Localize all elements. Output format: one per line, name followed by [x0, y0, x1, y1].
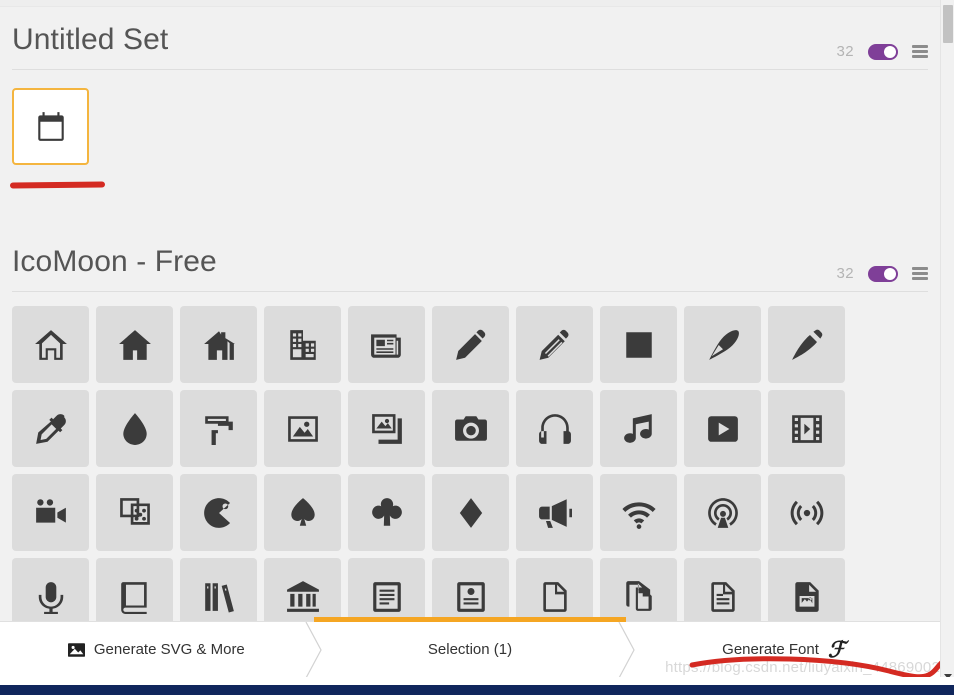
- icon-cell-bullhorn[interactable]: [516, 474, 600, 558]
- icon-cell-calendar[interactable]: [12, 88, 96, 172]
- feed-icon[interactable]: [768, 474, 845, 551]
- set-title: Untitled Set: [12, 23, 169, 56]
- icon-cell-office[interactable]: [264, 306, 348, 390]
- spades-icon[interactable]: [264, 474, 341, 551]
- icon-cell-paint-format[interactable]: [180, 390, 264, 474]
- icon-cell-diamonds[interactable]: [432, 474, 516, 558]
- quill-icon[interactable]: [600, 306, 677, 383]
- dice-icon[interactable]: [96, 474, 173, 551]
- icon-cell-feed[interactable]: [768, 474, 852, 558]
- set-title: IcoMoon - Free: [12, 245, 217, 278]
- pencil-icon[interactable]: [432, 306, 509, 383]
- scrollbar-thumb[interactable]: [943, 5, 953, 43]
- annotation-underline: [9, 181, 106, 189]
- calendar-icon[interactable]: [12, 88, 89, 165]
- icon-cell-spades[interactable]: [264, 474, 348, 558]
- play-icon[interactable]: [684, 390, 761, 467]
- hamburger-icon[interactable]: [912, 45, 928, 58]
- bullhorn-icon[interactable]: [516, 474, 593, 551]
- blog-icon[interactable]: [768, 306, 845, 383]
- icon-cell-pen[interactable]: [684, 306, 768, 390]
- icon-grid-untitled: [12, 70, 928, 198]
- icon-cell-quill[interactable]: [600, 306, 684, 390]
- icon-cell-image[interactable]: [264, 390, 348, 474]
- headphones-icon[interactable]: [516, 390, 593, 467]
- icon-cell-images[interactable]: [348, 390, 432, 474]
- icon-cell-music[interactable]: [600, 390, 684, 474]
- icon-cell-camera[interactable]: [432, 390, 516, 474]
- icon-cell-film[interactable]: [768, 390, 852, 474]
- generate-font-label: Generate Font: [722, 641, 819, 658]
- set-header-icomoon-free: IcoMoon - Free 32: [12, 230, 928, 292]
- hamburger-icon[interactable]: [912, 267, 928, 280]
- grid-size-label: 32: [836, 265, 854, 282]
- set-untitled: Untitled Set 32: [0, 8, 940, 198]
- icon-cell-eyedropper[interactable]: [12, 390, 96, 474]
- diamonds-icon[interactable]: [432, 474, 509, 551]
- set-visibility-toggle[interactable]: [868, 43, 898, 60]
- icon-cell-home2[interactable]: [96, 306, 180, 390]
- icon-cell-blog[interactable]: [768, 306, 852, 390]
- icon-cell-newspaper[interactable]: [348, 306, 432, 390]
- icon-cell-video-camera[interactable]: [12, 474, 96, 558]
- set-visibility-toggle[interactable]: [868, 265, 898, 282]
- sets-viewport[interactable]: Untitled Set 32 IcoMoon - Free 32: [0, 8, 940, 695]
- vertical-scrollbar[interactable]: [940, 0, 954, 695]
- icon-grid-icomoon-free: [12, 292, 928, 642]
- icomoon-app: Untitled Set 32 IcoMoon - Free 32 Genera…: [0, 0, 954, 695]
- toggle-knob: [884, 267, 896, 280]
- icon-cell-pencil[interactable]: [432, 306, 516, 390]
- generate-svg-button[interactable]: Generate SVG & More: [0, 622, 313, 677]
- icon-cell-home3[interactable]: [180, 306, 264, 390]
- selection-tab[interactable]: Selection (1): [313, 617, 627, 677]
- watermark-text: https://blog.csdn.net/liuyaixin_44869002: [665, 659, 940, 676]
- icon-cell-podcast[interactable]: [684, 474, 768, 558]
- podcast-icon[interactable]: [684, 474, 761, 551]
- connection-icon[interactable]: [600, 474, 677, 551]
- script-f-icon: ℱ: [827, 636, 846, 662]
- paint-format-icon[interactable]: [180, 390, 257, 467]
- pen-icon[interactable]: [684, 306, 761, 383]
- set-header-untitled: Untitled Set 32: [12, 8, 928, 70]
- top-band: [0, 0, 940, 7]
- toggle-knob: [884, 45, 896, 58]
- droplet-icon[interactable]: [96, 390, 173, 467]
- set-tools-icomoon-free: 32: [836, 265, 928, 282]
- icon-cell-headphones[interactable]: [516, 390, 600, 474]
- clubs-icon[interactable]: [348, 474, 425, 551]
- set-icomoon-free: IcoMoon - Free 32: [0, 230, 940, 642]
- film-icon[interactable]: [768, 390, 845, 467]
- icon-cell-dice[interactable]: [96, 474, 180, 558]
- images-icon[interactable]: [348, 390, 425, 467]
- icon-cell-droplet[interactable]: [96, 390, 180, 474]
- camera-icon[interactable]: [432, 390, 509, 467]
- image-icon[interactable]: [264, 390, 341, 467]
- home-icon[interactable]: [12, 306, 89, 383]
- icon-cell-connection[interactable]: [600, 474, 684, 558]
- pacman-icon[interactable]: [180, 474, 257, 551]
- grid-size-label: 32: [836, 43, 854, 60]
- icon-cell-home[interactable]: [12, 306, 96, 390]
- bottom-strip-pad: [0, 677, 954, 685]
- icon-cell-pacman[interactable]: [180, 474, 264, 558]
- bottom-strip: [0, 685, 954, 695]
- home3-icon[interactable]: [180, 306, 257, 383]
- image-icon: [67, 642, 85, 657]
- home2-icon[interactable]: [96, 306, 173, 383]
- selection-label: Selection (1): [427, 641, 513, 658]
- icon-cell-pencil2[interactable]: [516, 306, 600, 390]
- eyedropper-icon[interactable]: [12, 390, 89, 467]
- video-camera-icon[interactable]: [12, 474, 89, 551]
- generate-svg-label: Generate SVG & More: [93, 641, 245, 658]
- newspaper-icon[interactable]: [348, 306, 425, 383]
- icon-cell-clubs[interactable]: [348, 474, 432, 558]
- music-icon[interactable]: [600, 390, 677, 467]
- pencil2-icon[interactable]: [516, 306, 593, 383]
- set-tools-untitled: 32: [836, 43, 928, 60]
- office-icon[interactable]: [264, 306, 341, 383]
- icon-cell-play[interactable]: [684, 390, 768, 474]
